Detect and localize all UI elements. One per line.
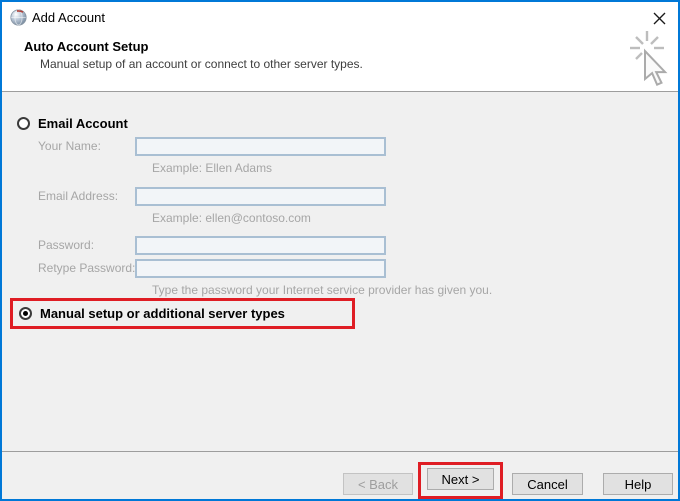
email-account-radio[interactable] [17,117,30,130]
your-name-label: Your Name: [38,139,101,153]
add-account-dialog: Add Account Auto Account Setup Manual se… [0,0,680,501]
next-button[interactable]: Next > [427,468,494,490]
close-icon[interactable] [651,10,668,27]
button-bar: < Back Next > Cancel Help [2,452,678,499]
window-title: Add Account [32,10,105,25]
email-address-hint: Example: ellen@contoso.com [152,211,311,225]
email-address-label: Email Address: [38,189,119,203]
email-address-input[interactable] [135,187,386,206]
help-button[interactable]: Help [603,473,673,495]
cancel-button[interactable]: Cancel [512,473,583,495]
back-button[interactable]: < Back [343,473,413,495]
next-highlight-box: Next > [418,462,503,499]
manual-setup-option[interactable]: Manual setup or additional server types [19,306,285,321]
retype-password-label: Retype Password: [38,261,136,275]
manual-setup-highlight-box: Manual setup or additional server types [10,298,355,329]
email-account-label: Email Account [38,116,128,131]
page-subtitle: Manual setup of an account or connect to… [40,57,363,71]
wizard-header: Auto Account Setup Manual setup of an ac… [2,32,678,91]
password-label: Password: [38,238,95,252]
manual-setup-radio[interactable] [19,307,32,320]
manual-setup-label: Manual setup or additional server types [40,306,285,321]
title-bar: Add Account [2,2,678,32]
password-input[interactable] [135,236,386,255]
page-title: Auto Account Setup [24,39,149,54]
form-body: Email Account Your Name: Example: Ellen … [2,92,678,451]
retype-password-input[interactable] [135,259,386,278]
your-name-input[interactable] [135,137,386,156]
email-account-option[interactable]: Email Account [17,116,128,131]
globe-icon [10,9,27,26]
password-hint: Type the password your Internet service … [152,283,493,297]
your-name-hint: Example: Ellen Adams [152,161,273,175]
